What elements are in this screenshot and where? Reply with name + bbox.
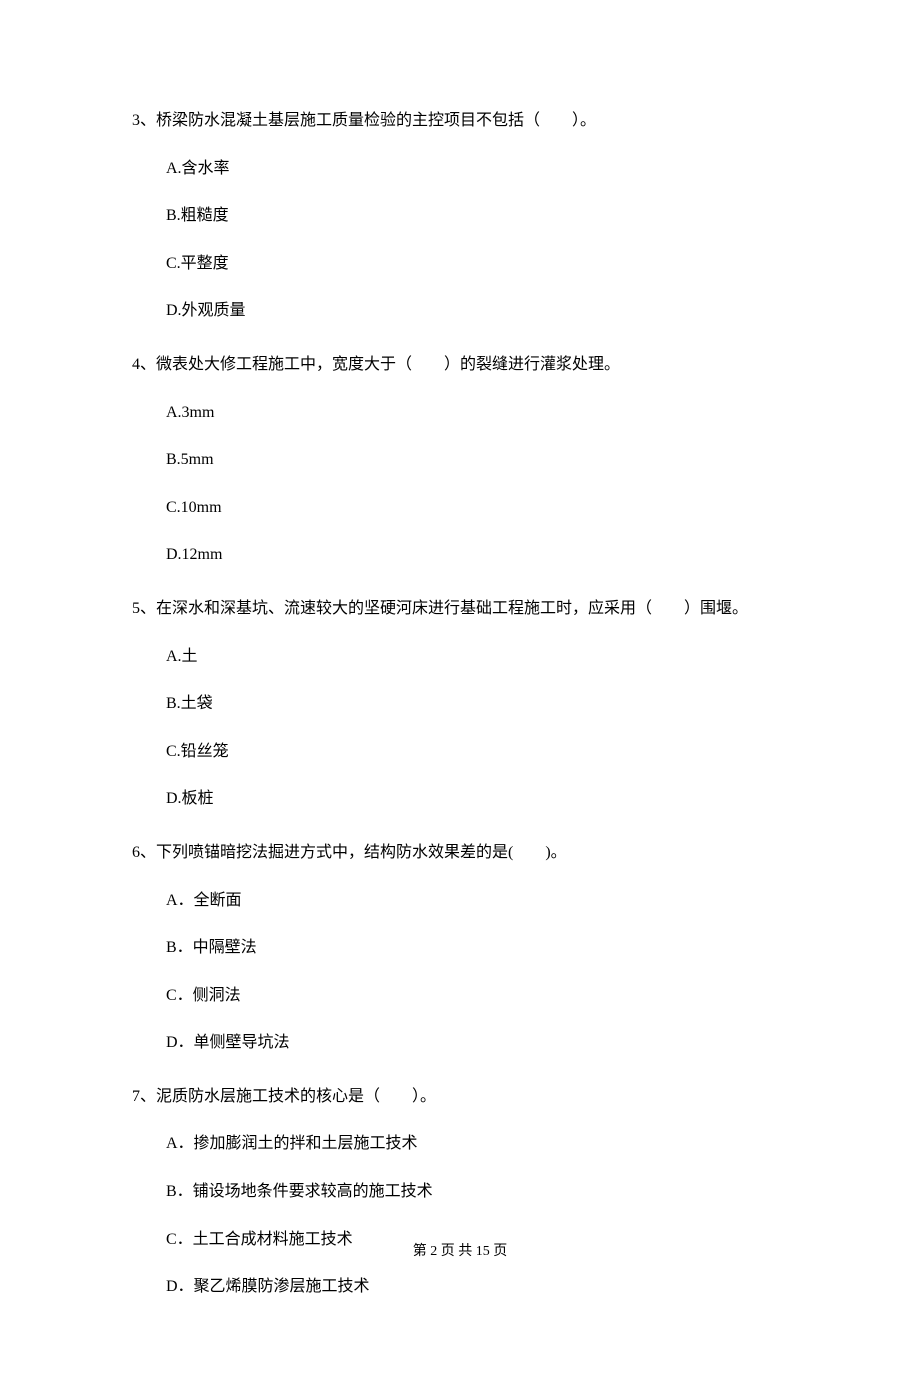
question-stem: 7、泥质防水层施工技术的核心是（ ）。 xyxy=(132,1084,788,1110)
option-d: D．聚乙烯膜防渗层施工技术 xyxy=(166,1274,788,1300)
question-stem: 5、在深水和深基坑、流速较大的坚硬河床进行基础工程施工时，应采用（ ）围堰。 xyxy=(132,596,788,622)
page-footer: 第 2 页 共 15 页 xyxy=(0,1240,920,1260)
question-5: 5、在深水和深基坑、流速较大的坚硬河床进行基础工程施工时，应采用（ ）围堰。 A… xyxy=(132,596,788,812)
question-stem: 4、微表处大修工程施工中，宽度大于（ ）的裂缝进行灌浆处理。 xyxy=(132,352,788,378)
question-options: A.3mm B.5mm C.10mm D.12mm xyxy=(132,400,788,568)
option-c: C.10mm xyxy=(166,495,788,521)
option-c: C.铅丝笼 xyxy=(166,739,788,765)
question-options: A．掺加膨润土的拌和土层施工技术 B．铺设场地条件要求较高的施工技术 C．土工合… xyxy=(132,1131,788,1299)
option-a: A.3mm xyxy=(166,400,788,426)
question-6: 6、下列喷锚暗挖法掘进方式中，结构防水效果差的是( )。 A．全断面 B．中隔壁… xyxy=(132,840,788,1056)
option-d: D.板桩 xyxy=(166,786,788,812)
option-c: C.平整度 xyxy=(166,251,788,277)
option-d: D.12mm xyxy=(166,542,788,568)
option-b: B．中隔壁法 xyxy=(166,935,788,961)
option-b: B.5mm xyxy=(166,447,788,473)
exam-page: 3、桥梁防水混凝土基层施工质量检验的主控项目不包括（ ）。 A.含水率 B.粗糙… xyxy=(0,0,920,1388)
option-c: C．侧洞法 xyxy=(166,983,788,1009)
question-4: 4、微表处大修工程施工中，宽度大于（ ）的裂缝进行灌浆处理。 A.3mm B.5… xyxy=(132,352,788,568)
option-a: A．掺加膨润土的拌和土层施工技术 xyxy=(166,1131,788,1157)
option-d: D.外观质量 xyxy=(166,298,788,324)
option-b: B.粗糙度 xyxy=(166,203,788,229)
question-options: A.含水率 B.粗糙度 C.平整度 D.外观质量 xyxy=(132,156,788,324)
question-stem: 3、桥梁防水混凝土基层施工质量检验的主控项目不包括（ ）。 xyxy=(132,108,788,134)
question-stem: 6、下列喷锚暗挖法掘进方式中，结构防水效果差的是( )。 xyxy=(132,840,788,866)
option-d: D．单侧壁导坑法 xyxy=(166,1030,788,1056)
option-a: A.土 xyxy=(166,644,788,670)
question-3: 3、桥梁防水混凝土基层施工质量检验的主控项目不包括（ ）。 A.含水率 B.粗糙… xyxy=(132,108,788,324)
option-b: B．铺设场地条件要求较高的施工技术 xyxy=(166,1179,788,1205)
option-a: A.含水率 xyxy=(166,156,788,182)
question-options: A．全断面 B．中隔壁法 C．侧洞法 D．单侧壁导坑法 xyxy=(132,888,788,1056)
option-b: B.土袋 xyxy=(166,691,788,717)
option-a: A．全断面 xyxy=(166,888,788,914)
question-7: 7、泥质防水层施工技术的核心是（ ）。 A．掺加膨润土的拌和土层施工技术 B．铺… xyxy=(132,1084,788,1300)
question-options: A.土 B.土袋 C.铅丝笼 D.板桩 xyxy=(132,644,788,812)
